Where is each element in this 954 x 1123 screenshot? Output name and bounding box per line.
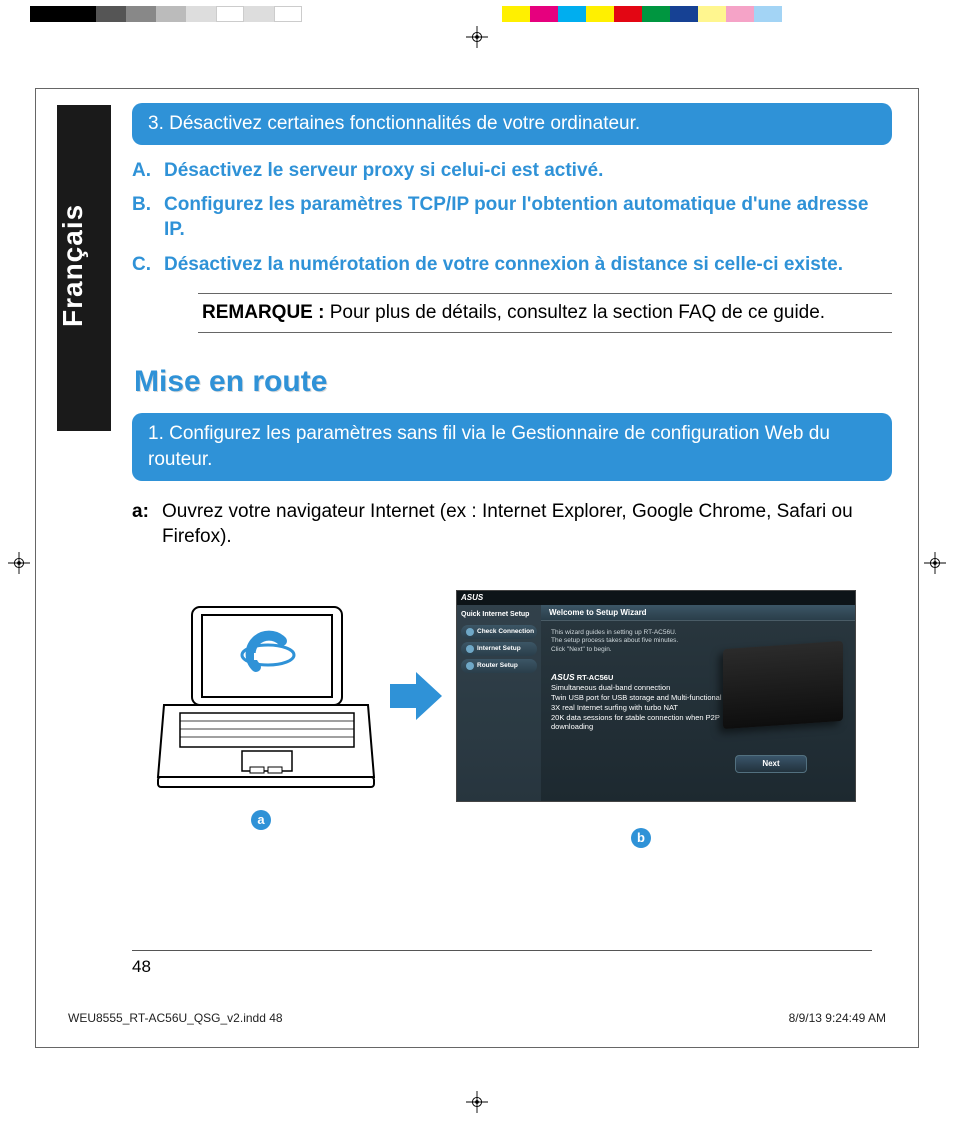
section-title: Mise en route — [134, 365, 892, 399]
note-text: Pour plus de détails, consultez la secti… — [330, 302, 825, 323]
registration-mark-icon — [924, 552, 946, 574]
footer: WEU8555_RT-AC56U_QSG_v2.indd 48 8/9/13 9… — [68, 1011, 886, 1025]
footer-right: 8/9/13 9:24:49 AM — [789, 1011, 886, 1025]
wizard-sidebar-item: Internet Setup — [461, 642, 537, 656]
router-icon — [723, 641, 843, 729]
wizard-next-button: Next — [735, 755, 807, 773]
wizard-intro-line: This wizard guides in setting up RT-AC56… — [551, 629, 845, 637]
color-calibration-bar — [30, 6, 924, 22]
figure-row: ASUS Quick Internet Setup Check Connecti… — [156, 590, 892, 802]
step-1-box: 1. Configurez les paramètres sans fil vi… — [132, 413, 892, 480]
registration-mark-icon — [466, 1091, 488, 1113]
step-3-box: 3. Désactivez certaines fonctionnalités … — [132, 103, 892, 145]
page-number: 48 — [132, 950, 872, 977]
figure-badge-b: b — [631, 828, 651, 848]
substep-c: C. Désactivez la numérotation de votre c… — [132, 253, 888, 278]
note-label: REMARQUE : — [202, 302, 330, 323]
registration-mark-icon — [466, 26, 488, 48]
wizard-sidebar-item: Router Setup — [461, 659, 537, 673]
registration-mark-icon — [8, 552, 30, 574]
substep-text: Configurez les paramètres TCP/IP pour l'… — [164, 193, 888, 242]
figure-badge-a: a — [251, 810, 271, 830]
laptop-icon — [156, 601, 376, 791]
substep-text: Désactivez la numérotation de votre conn… — [164, 253, 843, 278]
setup-wizard-screenshot: ASUS Quick Internet Setup Check Connecti… — [456, 590, 856, 802]
substep-label: A. — [132, 159, 164, 184]
language-tab: Français — [57, 105, 111, 431]
substep-label: B. — [132, 193, 164, 242]
substep-label: C. — [132, 253, 164, 278]
page-frame: Français 3. Désactivez certaines fonctio… — [35, 88, 919, 1048]
wizard-main-header: Welcome to Setup Wizard — [541, 605, 855, 621]
step-1-text: 1. Configurez les paramètres sans fil vi… — [148, 423, 830, 470]
arrow-right-icon — [388, 668, 444, 724]
substep-a: A. Désactivez le serveur proxy si celui-… — [132, 159, 888, 184]
wizard-product-desc: downloading — [551, 722, 845, 732]
footer-left: WEU8555_RT-AC56U_QSG_v2.indd 48 — [68, 1011, 283, 1025]
wizard-brand: ASUS — [457, 593, 483, 602]
substep-text: Désactivez le serveur proxy si celui-ci … — [164, 159, 603, 184]
wizard-sidebar-item: Check Connection — [461, 625, 537, 639]
note-box: REMARQUE : Pour plus de détails, consult… — [198, 293, 892, 333]
substep-a-label: a: — [132, 499, 162, 550]
substep-b: B. Configurez les paramètres TCP/IP pour… — [132, 193, 888, 242]
wizard-product-model: RT-AC56U — [577, 673, 614, 682]
substep-a-text: Ouvrez votre navigateur Internet (ex : I… — [162, 499, 892, 550]
wizard-sidebar-header: Quick Internet Setup — [457, 605, 541, 622]
wizard-product-brand: ASUS — [551, 672, 575, 682]
